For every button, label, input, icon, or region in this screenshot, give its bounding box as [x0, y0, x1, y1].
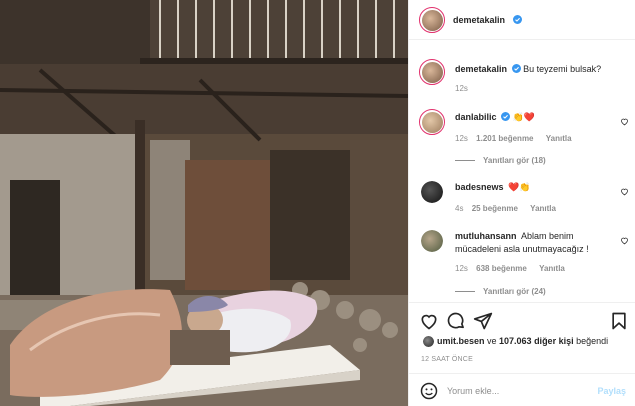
comment-username[interactable]: mutluhansann [455, 231, 517, 241]
comment-body: danlabilic 👏❤️ [455, 111, 615, 124]
comment-like-count[interactable]: 638 beğenme [476, 264, 527, 273]
caption-text: Bu teyzemi bulsak? [523, 64, 602, 74]
bookmark-icon[interactable] [609, 311, 629, 331]
author-avatar[interactable] [419, 7, 445, 33]
caption-username[interactable]: demetakalin [455, 64, 507, 74]
comment-avatar[interactable] [419, 109, 445, 135]
author-username[interactable]: demetakalin [453, 15, 505, 25]
comment-avatar[interactable] [421, 181, 443, 203]
verified-badge-icon [501, 112, 511, 121]
comment-like-heart-icon[interactable] [620, 187, 629, 196]
heart-icon[interactable] [419, 311, 439, 331]
send-icon[interactable] [473, 311, 493, 331]
comment-age: 12s [455, 134, 468, 143]
reply-button[interactable]: Yanıtla [530, 204, 556, 213]
post-comment-button[interactable]: Paylaş [597, 386, 626, 396]
smile-icon[interactable] [419, 381, 439, 401]
comment-body: mutluhansann Ablam benim mücadeleni asla… [455, 230, 605, 256]
liker-username[interactable]: umit.besen [437, 336, 485, 346]
liker-avatar[interactable] [423, 336, 434, 347]
post-header: demetakalin [409, 0, 635, 40]
reply-button[interactable]: Yanıtla [546, 134, 572, 143]
post-time[interactable]: 12 SAAT ÖNCE [421, 356, 473, 363]
post-side-panel: demetakalin demetakalin Bu teyzemi bulsa… [408, 0, 635, 406]
replies-divider [455, 160, 475, 162]
comment-age: 12s [455, 264, 468, 273]
comment-like-heart-icon[interactable] [620, 236, 629, 245]
likes-summary: umit.besen ve 107.063 diğer kişi beğendi [437, 336, 609, 346]
reply-button[interactable]: Yanıtla [539, 264, 565, 273]
comment-meta: 12s 638 beğenme Yanıtla [455, 264, 565, 273]
comment-meta: 4s 25 beğenme Yanıtla [455, 204, 556, 213]
caption-age: 12s [455, 84, 468, 93]
comment-text: ❤️👏 [508, 182, 531, 192]
comment-like-count[interactable]: 25 beğenme [472, 204, 518, 213]
caption-avatar[interactable] [419, 59, 445, 85]
comment-like-heart-icon[interactable] [620, 117, 629, 126]
comment-meta: 12s 1.201 beğenme Yanıtla [455, 134, 572, 143]
comment-avatar[interactable] [421, 230, 443, 252]
comment-form: Yorum ekle... Paylaş [409, 373, 635, 406]
comment-username[interactable]: danlabilic [455, 112, 497, 122]
verified-badge-icon [513, 15, 522, 24]
comment-input[interactable]: Yorum ekle... [447, 386, 499, 396]
comment-like-count[interactable]: 1.201 beğenme [476, 134, 533, 143]
comment-text: 👏❤️ [512, 112, 535, 122]
view-replies-button[interactable]: Yanıtları gör (18) [455, 156, 546, 165]
likes-count[interactable]: 107.063 diğer kişi [499, 336, 574, 346]
replies-divider [455, 291, 475, 293]
comment-age: 4s [455, 204, 464, 213]
caption: demetakalin Bu teyzemi bulsak? [455, 63, 625, 76]
post-image [0, 0, 408, 406]
view-replies-button[interactable]: Yanıtları gör (24) [455, 287, 546, 296]
comment-body: badesnews ❤️👏 [455, 181, 615, 194]
comment-username[interactable]: badesnews [455, 182, 504, 192]
verified-badge-icon [511, 64, 521, 73]
post-actions: umit.besen ve 107.063 diğer kişi beğendi… [409, 302, 635, 406]
post-photo[interactable] [0, 0, 408, 406]
comment-icon[interactable] [446, 311, 466, 331]
